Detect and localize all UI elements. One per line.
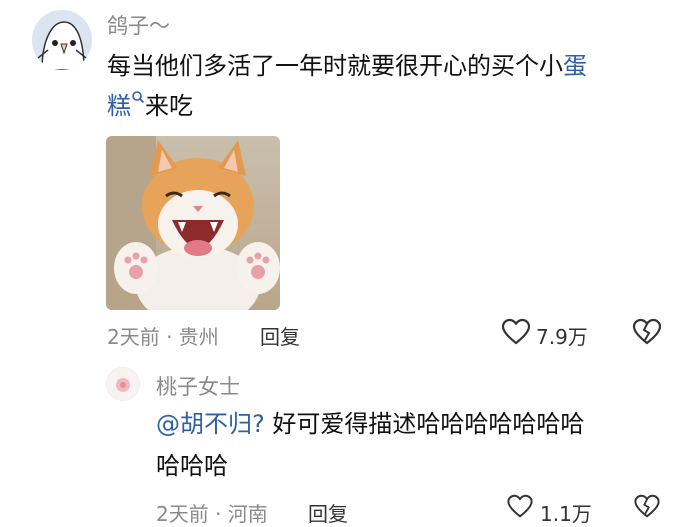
mention-link[interactable]: @胡不归? (156, 410, 265, 438)
reply-user-avatar[interactable] (106, 367, 140, 401)
reply-dislike-button[interactable] (632, 494, 662, 519)
reply-button[interactable]: 回复 (260, 321, 300, 350)
comment-text: 每当他们多活了一年时就要很开心的买个小蛋 (107, 46, 667, 86)
parrot-avatar-image (32, 10, 92, 70)
cake-search-link[interactable]: 蛋 (563, 52, 587, 80)
broken-heart-icon (634, 494, 660, 518)
comment-username[interactable]: 鸽子～ (107, 10, 170, 40)
dislike-button[interactable] (632, 318, 662, 346)
user-avatar[interactable] (32, 10, 92, 70)
like-button[interactable] (501, 318, 531, 346)
heart-outline-icon (507, 494, 533, 518)
reply-reply-button[interactable]: 回复 (308, 498, 348, 527)
laughing-cat-image (106, 136, 280, 310)
like-count: 7.9万 (536, 325, 588, 349)
cake-search-link-cont[interactable]: 糕 (107, 92, 131, 120)
peach-avatar-image (107, 368, 139, 400)
comment-text-tail: 来吃 (145, 92, 193, 120)
search-icon[interactable] (131, 90, 145, 104)
heart-outline-icon (501, 318, 531, 345)
broken-heart-icon (632, 318, 662, 345)
reply-text-line1: 好可爱得描述哈哈哈哈哈哈哈 (264, 410, 585, 438)
reply-like-count: 1.1万 (540, 502, 592, 526)
comment-text-main: 每当他们多活了一年时就要很开心的买个小 (107, 52, 563, 80)
reply-time-location: 2天前 · 河南 (156, 502, 268, 526)
reply-like-button[interactable] (505, 494, 535, 519)
comment-text-line2: 糕 来吃 (107, 86, 193, 126)
comment-time-location: 2天前 · 贵州 (107, 325, 219, 349)
reply-text: @胡不归? 好可爱得描述哈哈哈哈哈哈哈 (156, 404, 676, 444)
reply-text-line2: 哈哈哈 (156, 452, 228, 480)
reply-username[interactable]: 桃子女士 (156, 371, 240, 401)
comment-image[interactable] (106, 136, 280, 310)
